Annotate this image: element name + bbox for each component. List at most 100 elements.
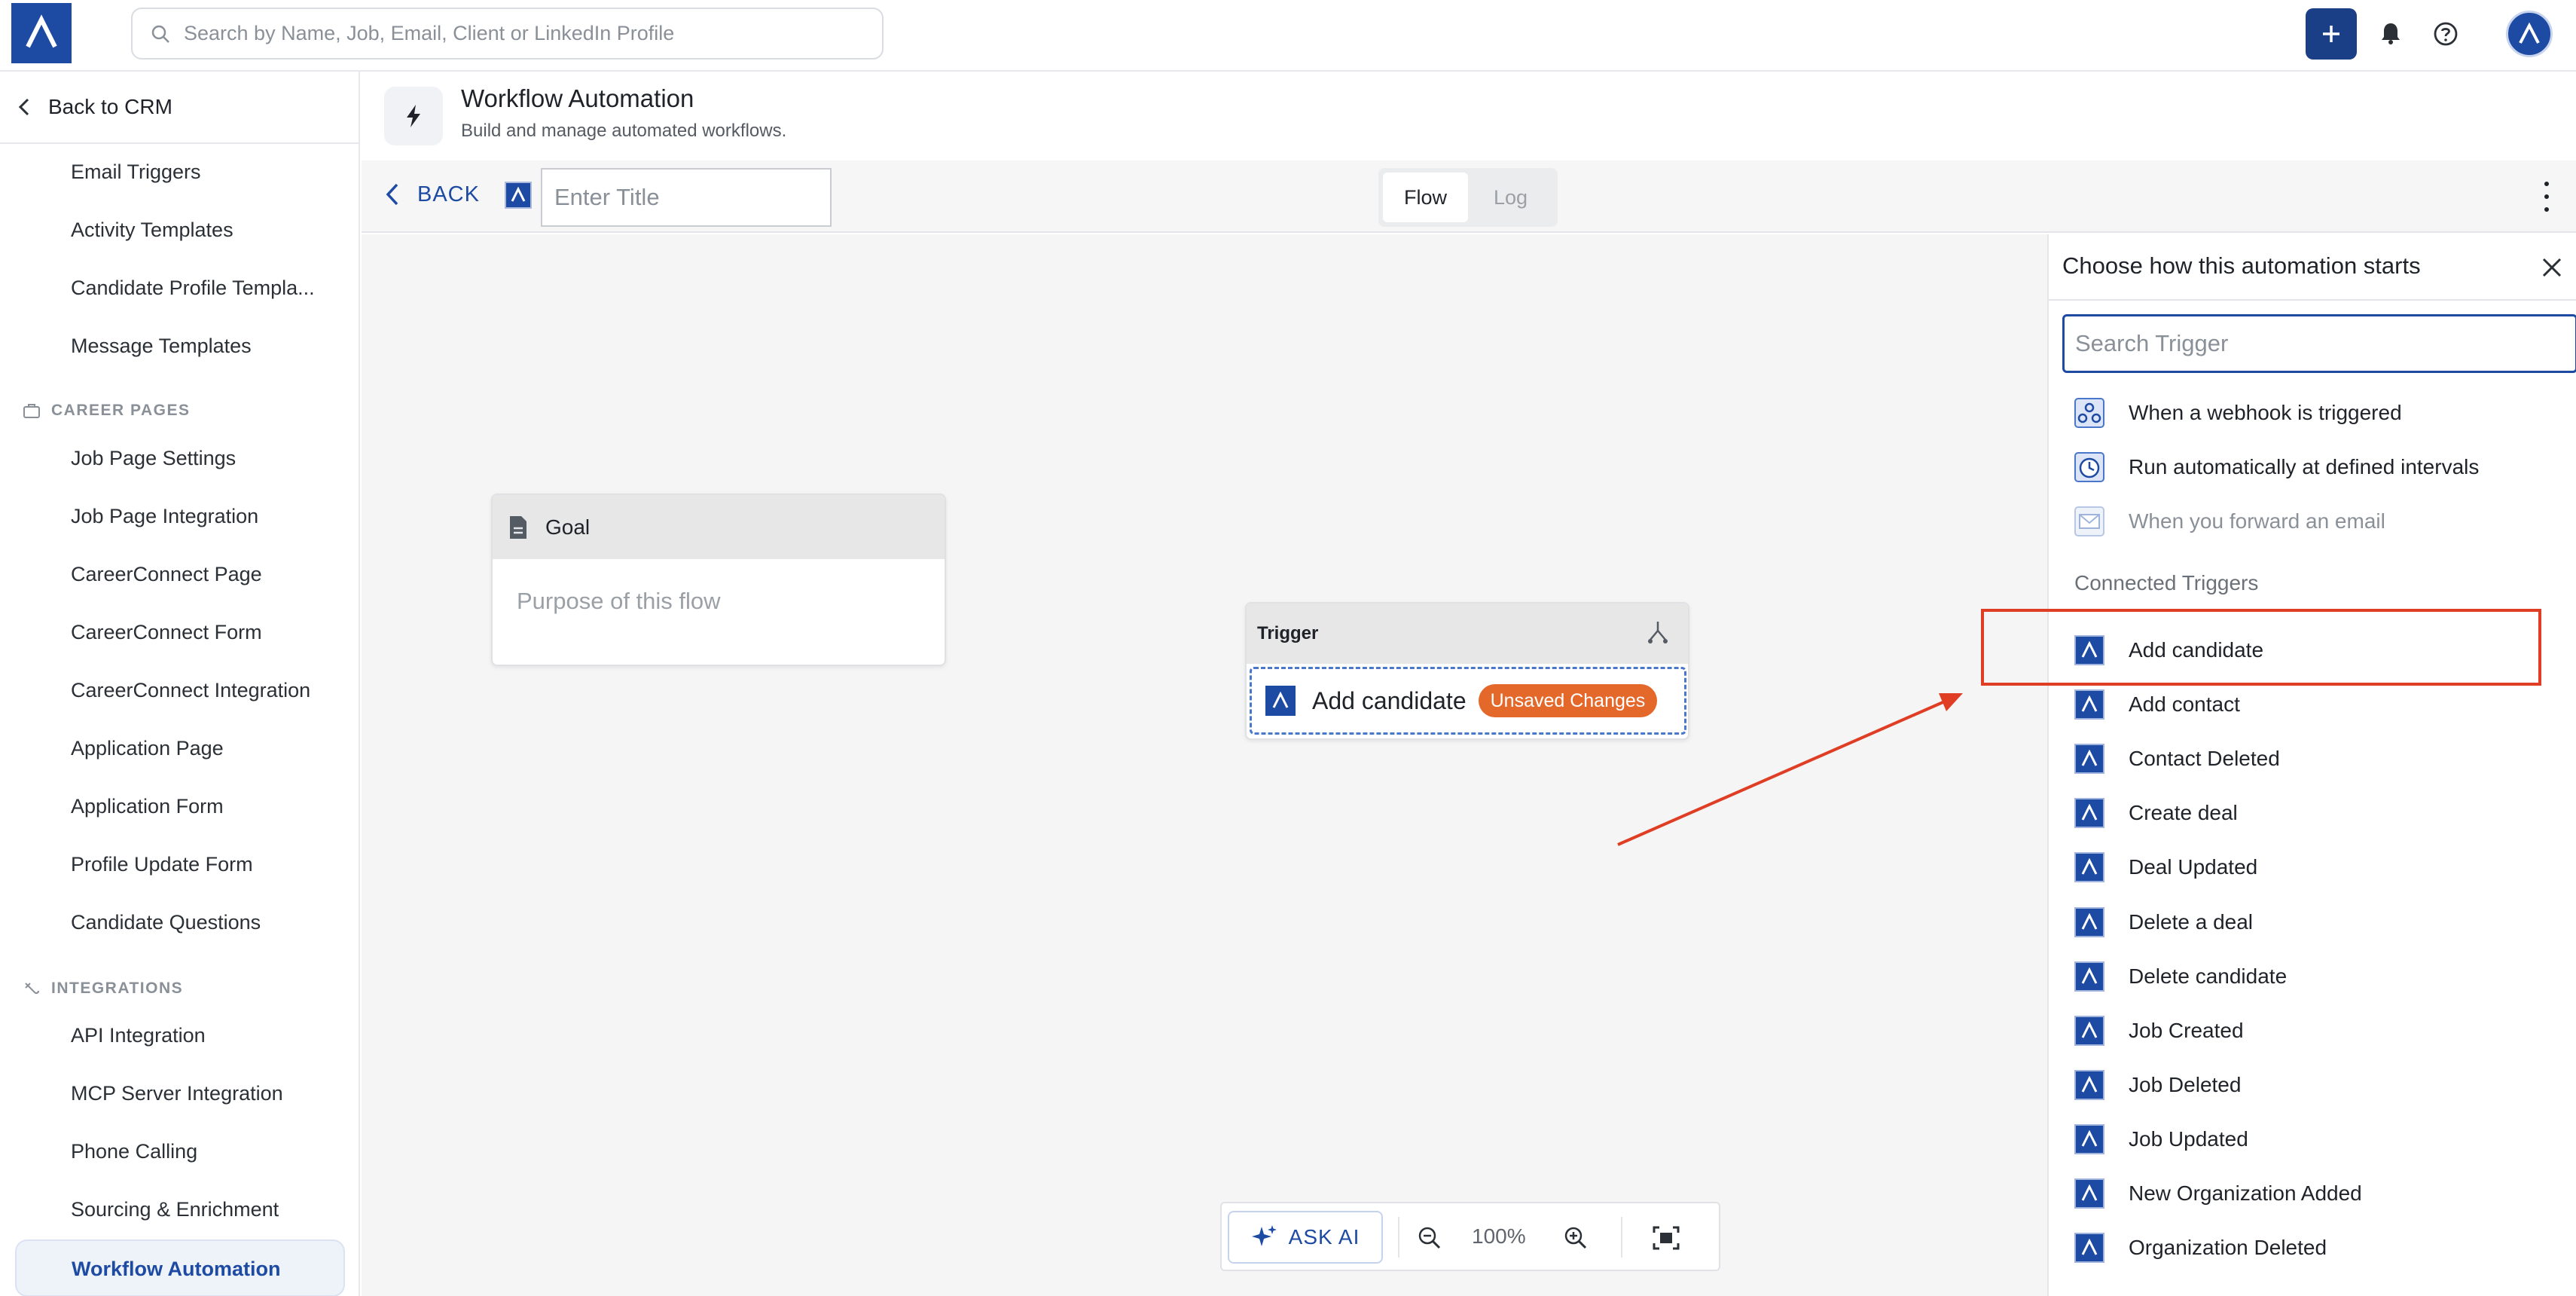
app-logo-icon bbox=[2074, 744, 2104, 774]
trigger-option-label: When you forward an email bbox=[2129, 509, 2385, 533]
app-logo-icon bbox=[2074, 1178, 2104, 1209]
sidebar-item-careerconnect-integration[interactable]: CareerConnect Integration bbox=[71, 679, 310, 702]
trigger-option-webhook[interactable]: When a webhook is triggered bbox=[2074, 396, 2402, 429]
global-search[interactable]: Search by Name, Job, Email, Client or Li… bbox=[131, 8, 884, 60]
panel-divider bbox=[2049, 299, 2576, 301]
trigger-card-header: Trigger bbox=[1247, 604, 1688, 664]
trigger-name: Add candidate bbox=[1312, 686, 1467, 714]
app-logo-icon bbox=[2074, 689, 2104, 720]
trigger-selected-node[interactable]: Add candidate Unsaved Changes bbox=[1250, 667, 1686, 735]
sidebar-item-careerconnect-form[interactable]: CareerConnect Form bbox=[71, 621, 262, 644]
back-button[interactable]: BACK bbox=[384, 182, 480, 207]
app-logo[interactable] bbox=[11, 3, 72, 63]
sidebar-item-mcp-server-integration[interactable]: MCP Server Integration bbox=[71, 1082, 283, 1105]
page-title: Workflow Automation bbox=[461, 84, 694, 112]
connected-trigger-label: Delete candidate bbox=[2129, 964, 2288, 988]
branch-icon[interactable] bbox=[1646, 619, 1670, 646]
sidebar-item-email-triggers[interactable]: Email Triggers bbox=[71, 160, 201, 184]
back-to-crm-label: Back to CRM bbox=[48, 95, 172, 118]
briefcase-icon bbox=[23, 404, 40, 418]
connected-trigger-item[interactable]: Delete a deal bbox=[2074, 906, 2253, 939]
ask-ai-button[interactable]: ASK AI bbox=[1228, 1211, 1383, 1264]
search-placeholder: Search by Name, Job, Email, Client or Li… bbox=[184, 22, 675, 44]
connected-trigger-label: Contact Deleted bbox=[2129, 747, 2280, 770]
sidebar-item-profile-update-form[interactable]: Profile Update Form bbox=[71, 853, 253, 876]
back-button-label: BACK bbox=[417, 182, 480, 206]
back-to-crm-link[interactable]: Back to CRM bbox=[0, 72, 359, 144]
connected-trigger-item[interactable]: Organization Deleted bbox=[2074, 1231, 2327, 1264]
goal-card[interactable]: Goal Purpose of this flow bbox=[491, 494, 946, 666]
app-logo-icon bbox=[2074, 961, 2104, 992]
bell-icon[interactable] bbox=[2376, 18, 2406, 48]
sidebar-item-message-templates[interactable]: Message Templates bbox=[71, 335, 252, 358]
connected-trigger-item[interactable]: Job Deleted bbox=[2074, 1068, 2241, 1102]
webhook-icon bbox=[2074, 398, 2104, 428]
connected-trigger-label: Job Updated bbox=[2129, 1127, 2248, 1151]
tab-log[interactable]: Log bbox=[1468, 173, 1553, 222]
connected-triggers-heading: Connected Triggers bbox=[2074, 571, 2259, 595]
workflow-icon bbox=[505, 182, 532, 209]
sidebar-item-application-form[interactable]: Application Form bbox=[71, 795, 224, 818]
sidebar-item-api-integration[interactable]: API Integration bbox=[71, 1024, 206, 1047]
sidebar-item-candidate-questions[interactable]: Candidate Questions bbox=[71, 911, 261, 934]
goal-card-title: Goal bbox=[545, 515, 591, 539]
zoom-divider bbox=[1621, 1217, 1622, 1258]
connected-trigger-item[interactable]: Contact Deleted bbox=[2074, 742, 2280, 775]
zoom-out-icon[interactable] bbox=[1413, 1221, 1446, 1255]
connected-trigger-item[interactable]: Job Created bbox=[2074, 1014, 2244, 1047]
connected-trigger-item[interactable]: Add contact bbox=[2074, 688, 2240, 721]
clock-icon bbox=[2074, 452, 2104, 482]
sidebar-item-candidate-profile-templates[interactable]: Candidate Profile Templa... bbox=[71, 277, 315, 300]
connected-trigger-item[interactable]: New Organization Added bbox=[2074, 1177, 2362, 1210]
tab-flow[interactable]: Flow bbox=[1383, 173, 1468, 222]
sidebar-item-careerconnect-page[interactable]: CareerConnect Page bbox=[71, 563, 262, 586]
fit-view-icon[interactable] bbox=[1650, 1221, 1683, 1255]
app-logo-icon bbox=[2074, 907, 2104, 937]
trigger-search-input[interactable] bbox=[2062, 314, 2576, 373]
sidebar-item-activity-templates[interactable]: Activity Templates bbox=[71, 219, 233, 242]
sidebar-item-job-page-settings[interactable]: Job Page Settings bbox=[71, 447, 236, 470]
app-logo-icon bbox=[2074, 1070, 2104, 1100]
app-logo-icon bbox=[2074, 1016, 2104, 1046]
connected-trigger-label: New Organization Added bbox=[2129, 1181, 2362, 1205]
ask-ai-label: ASK AI bbox=[1288, 1225, 1360, 1249]
connected-trigger-item[interactable]: Create deal bbox=[2074, 796, 2238, 830]
workflow-canvas[interactable]: Goal Purpose of this flow Trigger Add ca… bbox=[362, 234, 2049, 1296]
trigger-option-forward-email[interactable]: When you forward an email bbox=[2074, 505, 2385, 538]
app-logo-icon bbox=[1265, 686, 1296, 716]
trigger-option-label: Run automatically at defined intervals bbox=[2129, 455, 2480, 478]
view-tabs: Flow Log bbox=[1378, 168, 1558, 227]
section-career-pages-label: CAREER PAGES bbox=[51, 402, 191, 419]
workflow-title-input[interactable] bbox=[541, 168, 832, 227]
sidebar-item-workflow-automation[interactable]: Workflow Automation bbox=[15, 1239, 345, 1296]
section-integrations: INTEGRATIONS bbox=[23, 980, 183, 998]
trigger-option-schedule[interactable]: Run automatically at defined intervals bbox=[2074, 451, 2479, 484]
app-logo-icon bbox=[2074, 798, 2104, 828]
unsaved-changes-badge: Unsaved Changes bbox=[1478, 684, 1658, 717]
connected-trigger-label: Create deal bbox=[2129, 801, 2238, 824]
sidebar-item-workflow-automation-label: Workflow Automation bbox=[72, 1258, 281, 1280]
close-icon[interactable] bbox=[2540, 255, 2564, 280]
more-options-icon[interactable] bbox=[2538, 182, 2556, 212]
plus-icon bbox=[2323, 26, 2339, 42]
goal-purpose-placeholder[interactable]: Purpose of this flow bbox=[493, 559, 945, 615]
user-avatar[interactable] bbox=[2506, 11, 2553, 57]
zoom-in-icon[interactable] bbox=[1559, 1221, 1592, 1255]
lightning-icon bbox=[384, 87, 443, 145]
goal-card-header: Goal bbox=[493, 495, 945, 559]
sparkle-icon bbox=[1251, 1225, 1277, 1246]
workflow-toolbar: BACK Flow Log bbox=[362, 160, 2576, 233]
help-icon[interactable] bbox=[2430, 18, 2462, 50]
search-icon bbox=[151, 25, 169, 43]
chevron-left-icon bbox=[386, 183, 398, 206]
connected-trigger-item[interactable]: Deal Updated bbox=[2074, 851, 2257, 884]
sidebar-item-phone-calling[interactable]: Phone Calling bbox=[71, 1140, 197, 1163]
connected-trigger-label: Job Deleted bbox=[2129, 1073, 2242, 1096]
connected-trigger-item[interactable]: Delete candidate bbox=[2074, 960, 2287, 993]
trigger-card[interactable]: Trigger Add candidate Unsaved Changes bbox=[1245, 602, 1689, 740]
sidebar-item-application-page[interactable]: Application Page bbox=[71, 737, 224, 760]
sidebar-item-sourcing-enrichment[interactable]: Sourcing & Enrichment bbox=[71, 1198, 279, 1221]
sidebar-item-job-page-integration[interactable]: Job Page Integration bbox=[71, 505, 258, 528]
connected-trigger-item[interactable]: Job Updated bbox=[2074, 1123, 2248, 1156]
create-button[interactable] bbox=[2306, 8, 2357, 60]
